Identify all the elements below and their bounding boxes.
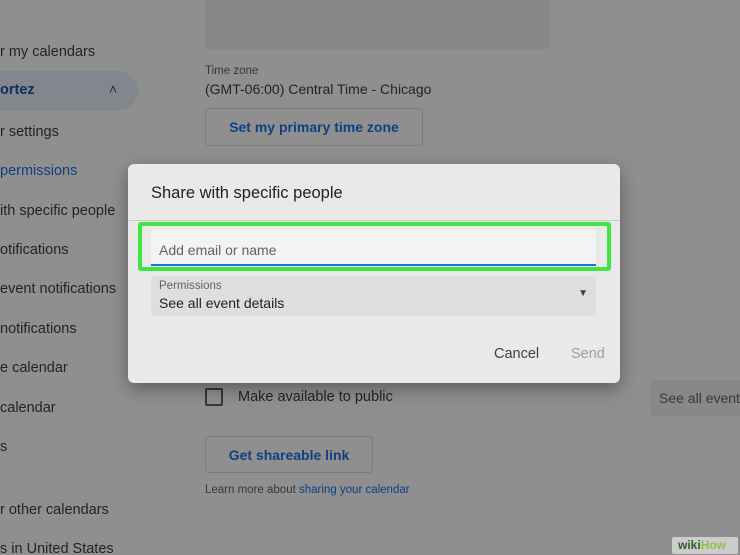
dialog-divider <box>128 220 620 221</box>
share-dialog: Share with specific people Permissions S… <box>128 164 620 383</box>
watermark-how: How <box>700 538 727 552</box>
permissions-value: See all event details <box>159 295 285 311</box>
cancel-button[interactable]: Cancel <box>494 346 539 362</box>
email-or-name-input[interactable] <box>151 230 596 266</box>
permissions-label: Permissions <box>159 280 222 292</box>
watermark-wiki: wiki <box>678 538 701 552</box>
wikihow-watermark: wikiHow <box>672 537 738 554</box>
send-button[interactable]: Send <box>571 346 605 362</box>
permissions-select[interactable]: Permissions See all event details ▼ <box>151 276 596 316</box>
dialog-title: Share with specific people <box>151 184 343 202</box>
dropdown-arrow-icon: ▼ <box>578 288 588 299</box>
